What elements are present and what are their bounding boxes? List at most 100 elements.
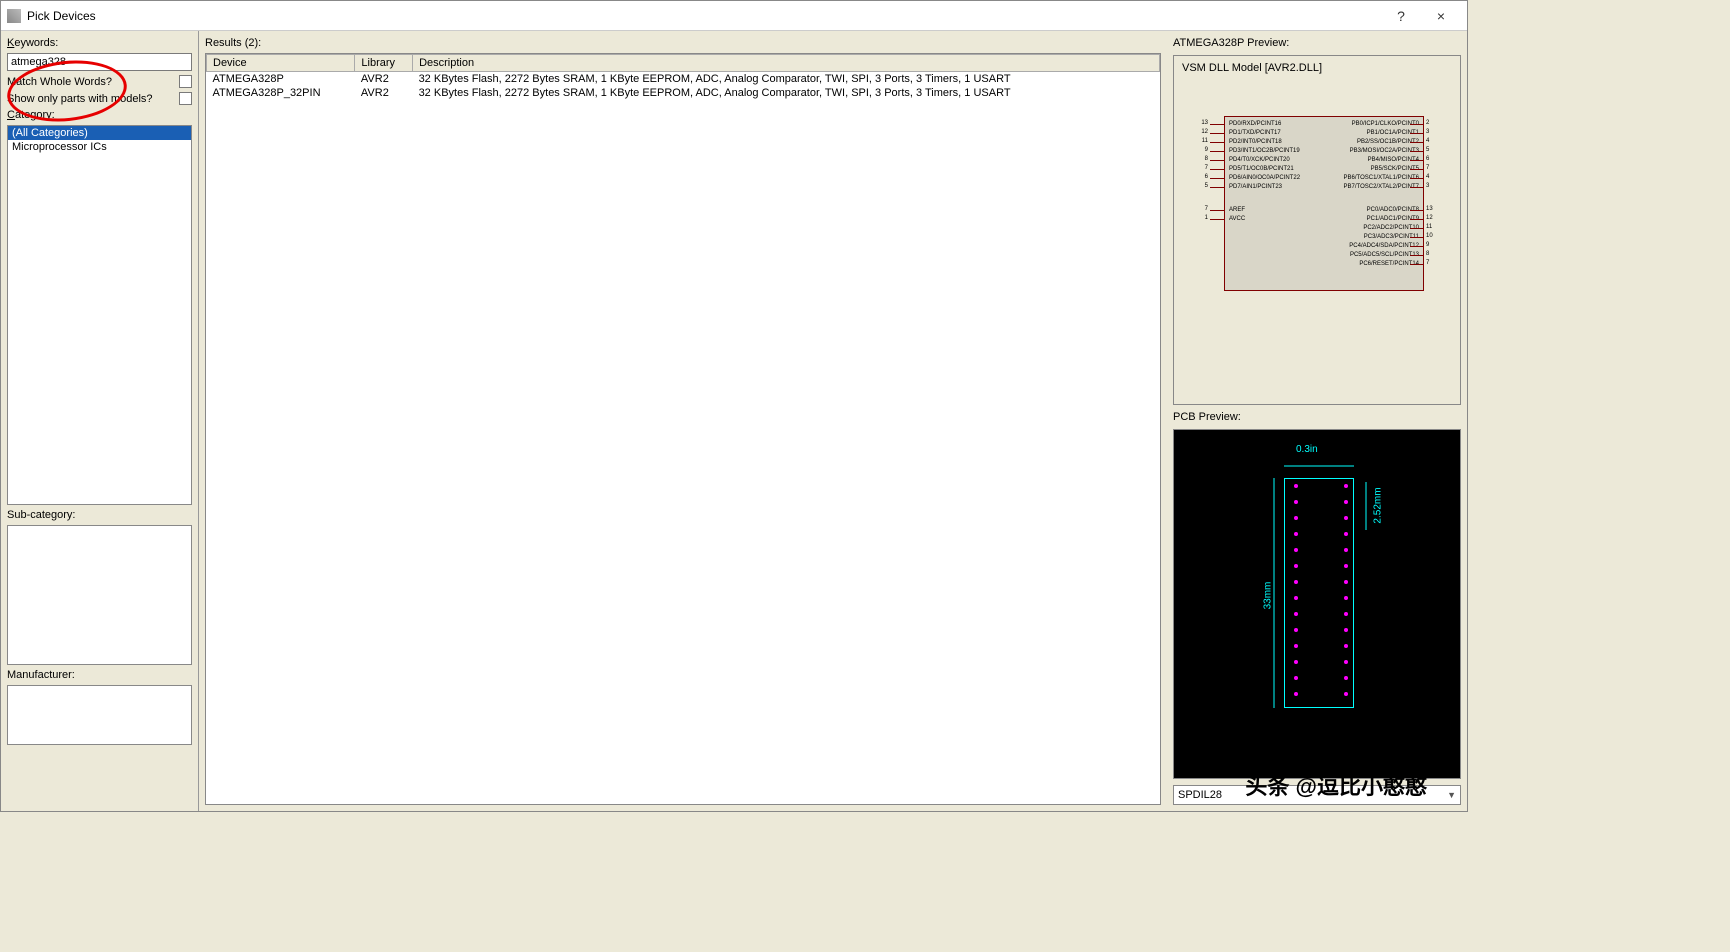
pcb-preview: 0.3in 33mm 2.52mm — [1173, 429, 1461, 779]
pcb-pad — [1344, 596, 1348, 600]
pin-number: 13 — [1196, 120, 1208, 126]
pin-line — [1410, 178, 1424, 179]
pin-line — [1410, 169, 1424, 170]
subcategory-label: Sub-category: — [7, 509, 192, 521]
pcb-pad — [1294, 612, 1298, 616]
pin-number: 12 — [1426, 215, 1438, 221]
pin-number: 9 — [1426, 242, 1438, 248]
pin-number: 6 — [1426, 156, 1438, 162]
help-button[interactable]: ? — [1381, 8, 1421, 24]
pin-number: 11 — [1196, 138, 1208, 144]
pin-label: PD7/AIN1/PCINT23 — [1229, 184, 1282, 190]
pin-line — [1210, 187, 1224, 188]
pin-number: 9 — [1196, 147, 1208, 153]
manufacturer-list[interactable] — [7, 685, 192, 745]
pin-number: 5 — [1426, 147, 1438, 153]
pin-label: PC4/ADC4/SDA/PCINT12 — [1349, 243, 1419, 249]
subcategory-list[interactable] — [7, 525, 192, 665]
pcb-pad — [1344, 676, 1348, 680]
pin-number: 4 — [1426, 174, 1438, 180]
show-models-checkbox[interactable] — [179, 92, 192, 105]
vsm-model-label: VSM DLL Model [AVR2.DLL] — [1182, 62, 1322, 74]
schematic-preview-label: ATMEGA328P Preview: — [1173, 37, 1461, 49]
pcb-pad — [1294, 532, 1298, 536]
pin-line — [1410, 219, 1424, 220]
pcb-pad — [1294, 580, 1298, 584]
show-models-label: Show only parts with models? — [7, 93, 153, 105]
pin-line — [1410, 187, 1424, 188]
pin-line — [1410, 142, 1424, 143]
pin-label: PD6/AIN0/OC0A/PCINT22 — [1229, 175, 1300, 181]
column-header[interactable]: Description — [413, 55, 1160, 72]
match-whole-checkbox[interactable] — [179, 75, 192, 88]
results-panel: Results (2): DeviceLibraryDescription AT… — [199, 31, 1167, 811]
table-row[interactable]: ATMEGA328PAVR232 KBytes Flash, 2272 Byte… — [207, 72, 1160, 87]
pcb-preview-label: PCB Preview: — [1173, 411, 1461, 423]
pcb-pad — [1294, 596, 1298, 600]
pin-line — [1210, 151, 1224, 152]
pin-line — [1210, 219, 1224, 220]
pcb-pad — [1344, 484, 1348, 488]
pin-number: 5 — [1196, 183, 1208, 189]
pin-number: 7 — [1426, 165, 1438, 171]
pin-label: PD5/T1/OC0B/PCINT21 — [1229, 166, 1294, 172]
pin-number: 3 — [1426, 129, 1438, 135]
category-list[interactable]: (All Categories)Microprocessor ICs — [7, 125, 192, 505]
pcb-pad — [1294, 564, 1298, 568]
title-bar: Pick Devices ? × — [1, 1, 1467, 31]
table-row[interactable]: ATMEGA328P_32PINAVR232 KBytes Flash, 227… — [207, 86, 1160, 100]
app-icon — [7, 9, 21, 23]
pin-line — [1410, 133, 1424, 134]
results-count-label: Results (2): — [205, 37, 1161, 49]
pin-line — [1210, 210, 1224, 211]
pin-number: 8 — [1196, 156, 1208, 162]
pin-line — [1210, 133, 1224, 134]
pin-label: PD4/T0/XCK/PCINT20 — [1229, 157, 1290, 163]
pin-label: PC5/ADC5/SCL/PCINT13 — [1350, 252, 1419, 258]
pin-label: PB6/TOSC1/XTAL1/PCINT6 — [1344, 175, 1419, 181]
pcb-outline — [1284, 478, 1354, 708]
package-value: SPDIL28 — [1178, 789, 1222, 801]
schematic-preview: VSM DLL Model [AVR2.DLL] PD0/RXD/PCINT16… — [1173, 55, 1461, 405]
pcb-pad — [1344, 564, 1348, 568]
pin-line — [1410, 210, 1424, 211]
pin-line — [1410, 151, 1424, 152]
pcb-pad — [1344, 644, 1348, 648]
pcb-pad — [1294, 644, 1298, 648]
pin-line — [1210, 160, 1224, 161]
pin-line — [1410, 246, 1424, 247]
show-models-row[interactable]: Show only parts with models? — [7, 92, 192, 105]
pin-number: 12 — [1196, 129, 1208, 135]
column-header[interactable]: Library — [355, 55, 413, 72]
pcb-pad — [1294, 628, 1298, 632]
keywords-input[interactable] — [7, 53, 192, 71]
pin-number: 13 — [1426, 206, 1438, 212]
pin-number: 1 — [1196, 215, 1208, 221]
search-panel: Keywords: Match Whole Words? Show only p… — [1, 31, 199, 811]
cell: ATMEGA328P — [207, 72, 355, 87]
watermark-text: 头条 @逗比小憨憨 — [1245, 769, 1427, 801]
pcb-pad — [1344, 516, 1348, 520]
pcb-pad — [1294, 660, 1298, 664]
pin-line — [1410, 237, 1424, 238]
manufacturer-label: Manufacturer: — [7, 669, 192, 681]
pin-number: 7 — [1426, 260, 1438, 266]
pin-number: 2 — [1426, 120, 1438, 126]
results-table[interactable]: DeviceLibraryDescription ATMEGA328PAVR23… — [205, 53, 1161, 805]
pin-line — [1410, 264, 1424, 265]
category-item[interactable]: (All Categories) — [8, 126, 191, 140]
pcb-pad — [1344, 692, 1348, 696]
match-whole-words-row[interactable]: Match Whole Words? — [7, 75, 192, 88]
pin-number: 6 — [1196, 174, 1208, 180]
preview-panel: ATMEGA328P Preview: VSM DLL Model [AVR2.… — [1167, 31, 1467, 811]
pcb-pad — [1344, 660, 1348, 664]
pin-line — [1210, 178, 1224, 179]
pin-line — [1410, 228, 1424, 229]
pin-number: 7 — [1196, 165, 1208, 171]
pcb-pad — [1294, 500, 1298, 504]
category-item[interactable]: Microprocessor ICs — [8, 140, 191, 154]
pin-number: 3 — [1426, 183, 1438, 189]
close-button[interactable]: × — [1421, 8, 1461, 24]
pin-number: 7 — [1196, 206, 1208, 212]
column-header[interactable]: Device — [207, 55, 355, 72]
